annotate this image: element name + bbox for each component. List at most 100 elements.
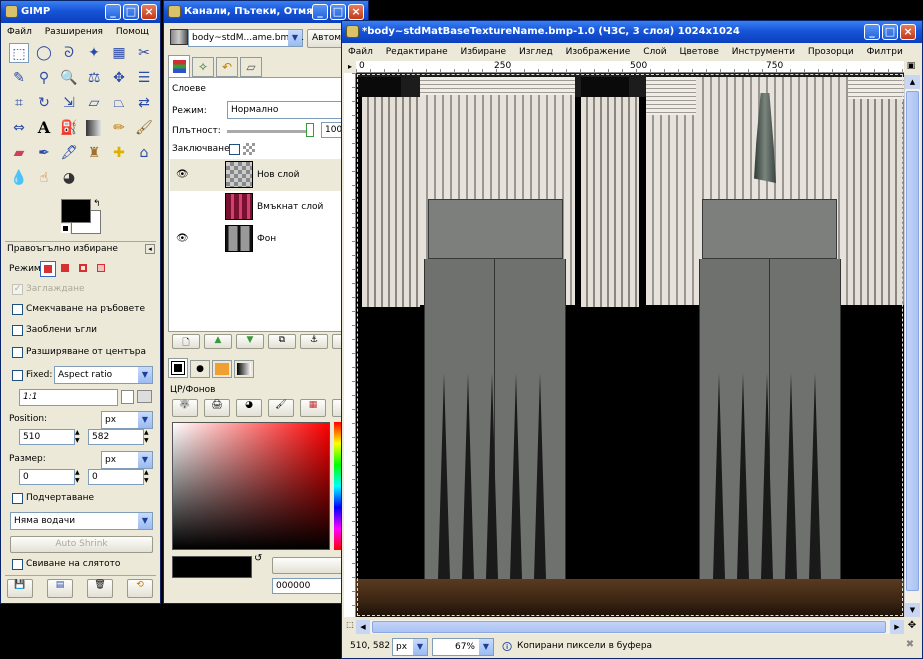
opacity-slider-handle[interactable] — [306, 123, 314, 137]
paths-icon[interactable]: ✎ — [9, 68, 29, 88]
heal-icon[interactable]: ✚ — [109, 143, 129, 163]
position-x-input[interactable]: 510 — [19, 429, 75, 445]
scale-icon[interactable]: ⇲ — [59, 93, 79, 113]
maximize-button[interactable]: □ — [330, 4, 346, 20]
mode-intersect-icon[interactable] — [94, 261, 110, 277]
move-icon[interactable]: ✥ — [109, 68, 129, 88]
restore-options-button[interactable]: ▤ — [47, 579, 73, 598]
lock-alpha-checkbox[interactable] — [229, 144, 240, 155]
flip-icon[interactable]: ⇄ — [134, 93, 154, 113]
close-button[interactable]: × — [141, 4, 157, 20]
minimize-button[interactable]: _ — [864, 24, 880, 40]
position-x-spinner[interactable]: ▲ ▼ — [75, 429, 83, 445]
zoom-icon[interactable]: 🔍 — [59, 68, 79, 88]
color-mode-watercolor-button[interactable]: 🖌 — [268, 399, 294, 417]
unit-select[interactable]: px ▼ — [392, 638, 428, 656]
highlight-checkbox[interactable] — [12, 493, 23, 504]
text-icon[interactable]: A — [34, 118, 54, 138]
menu-file[interactable]: Файл — [7, 27, 32, 37]
feather-checkbox[interactable] — [12, 304, 23, 315]
layers-titlebar[interactable]: Канали, Пътеки, Отмя... _ □ × — [164, 1, 368, 23]
menu-tools[interactable]: Инструменти — [732, 47, 795, 57]
opacity-slider-track[interactable] — [227, 130, 309, 133]
menu-colors[interactable]: Цветове — [679, 47, 718, 57]
anchor-layer-button[interactable]: ⚓ — [300, 334, 328, 349]
ellipse-select-icon[interactable]: ◯ — [34, 43, 54, 63]
shear-icon[interactable]: ▱ — [84, 93, 104, 113]
menu-help[interactable]: Помощ — [116, 27, 149, 37]
eye-icon[interactable]: 👁 — [176, 233, 189, 244]
color-mode-gimp-button[interactable]: 🐺 — [172, 399, 198, 417]
scroll-right-arrow[interactable]: ▶ — [890, 620, 904, 634]
scroll-down-arrow[interactable]: ▼ — [905, 603, 920, 617]
expand-center-checkbox[interactable] — [12, 347, 23, 358]
save-options-button[interactable]: 💾 — [7, 579, 33, 598]
lower-layer-button[interactable]: ▼ — [236, 334, 264, 349]
antialias-checkbox[interactable]: ✓ — [12, 284, 23, 295]
airbrush-icon[interactable]: ✒ — [34, 143, 54, 163]
color-history-icon[interactable]: ↺ — [254, 553, 262, 564]
color-mode-wheel-button[interactable]: ◕ — [236, 399, 262, 417]
layer-row-selected[interactable]: 👁 Нов слой — [170, 159, 367, 191]
swap-colors-icon[interactable]: ↰ — [93, 199, 101, 209]
ratio-input[interactable]: 1:1 — [19, 389, 118, 406]
menu-layer[interactable]: Слой — [643, 47, 666, 57]
current-fg-color[interactable] — [172, 556, 252, 578]
clone-icon[interactable]: ♜ — [84, 143, 104, 163]
tab-layers[interactable] — [168, 55, 190, 77]
horizontal-ruler[interactable]: 0 250 500 750 — [356, 61, 904, 73]
auto-shrink-button[interactable]: Auto Shrink — [10, 536, 153, 553]
menu-select[interactable]: Избиране — [461, 47, 507, 57]
menu-extensions[interactable]: Разширения — [45, 27, 103, 37]
rounded-corners-checkbox[interactable] — [12, 325, 23, 336]
tab-gradients[interactable] — [234, 360, 254, 378]
tab-undo[interactable]: ↶ — [216, 57, 238, 77]
vertical-ruler[interactable] — [344, 73, 356, 617]
position-y-spinner[interactable]: ▲ ▼ — [144, 429, 152, 445]
landscape-icon[interactable] — [137, 390, 152, 403]
scroll-left-arrow[interactable]: ◀ — [356, 620, 370, 634]
bucket-fill-icon[interactable]: ⛽ — [59, 118, 79, 138]
image-titlebar[interactable]: *body~stdMatBaseTextureName.bmp-1.0 (ЧЗС… — [342, 21, 922, 43]
image-select[interactable]: body~stdM...ame.bmp-1 ▼ — [188, 29, 304, 47]
size-h-spinner[interactable]: ▲ ▼ — [144, 469, 152, 485]
color-saturation-area[interactable] — [172, 422, 330, 550]
color-picker-icon[interactable]: ⚲ — [34, 68, 54, 88]
ink-icon[interactable]: 🖋 — [59, 143, 79, 163]
color-mode-cmyk-button[interactable]: 🖨 — [204, 399, 230, 417]
layer-row[interactable]: Вмъкнат слой — [170, 191, 367, 223]
close-button[interactable]: × — [348, 4, 364, 20]
ruler-corner-button[interactable]: ▸ — [344, 61, 356, 73]
shrink-merged-checkbox[interactable] — [12, 559, 23, 570]
minimize-button[interactable]: _ — [312, 4, 328, 20]
scissors-icon[interactable]: ✂ — [134, 43, 154, 63]
position-y-input[interactable]: 582 — [88, 429, 144, 445]
reset-colors-icon[interactable] — [61, 224, 70, 233]
tab-paths[interactable]: ▱ — [240, 57, 262, 77]
mode-replace-icon[interactable] — [40, 261, 56, 277]
horizontal-scrollbar[interactable]: ◀ ▶ — [356, 620, 904, 634]
close-button[interactable]: × — [900, 24, 916, 40]
tab-patterns[interactable] — [212, 360, 232, 378]
menu-windows[interactable]: Прозорци — [808, 47, 854, 57]
fixed-mode-select[interactable]: Aspect ratio ▼ — [54, 366, 153, 384]
portrait-icon[interactable] — [121, 390, 134, 404]
maximize-button[interactable]: □ — [123, 4, 139, 20]
vertical-scrollbar[interactable]: ▲ ▼ — [904, 75, 920, 617]
scroll-up-arrow[interactable]: ▲ — [905, 75, 920, 89]
color-select-icon[interactable]: ▦ — [109, 43, 129, 63]
size-unit-select[interactable]: px ▼ — [101, 451, 153, 469]
layer-row[interactable]: 👁 Фон — [170, 223, 367, 255]
crop-icon[interactable]: ⌗ — [9, 93, 29, 113]
mode-add-icon[interactable] — [58, 261, 74, 277]
tab-channels[interactable]: ✧ — [192, 57, 214, 77]
guides-select[interactable]: Няма водачи ▼ — [10, 512, 153, 530]
measure-icon[interactable]: ⚖ — [84, 68, 104, 88]
perspective-icon[interactable]: ⏢ — [109, 93, 129, 113]
toolbox-titlebar[interactable]: GIMP _ □ × — [1, 1, 160, 23]
rotate-icon[interactable]: ↻ — [34, 93, 54, 113]
dodge-burn-icon[interactable]: ◕ — [59, 168, 79, 188]
align-icon[interactable]: ☰ — [134, 68, 154, 88]
tab-brushes[interactable]: ● — [190, 360, 210, 378]
size-w-spinner[interactable]: ▲ ▼ — [75, 469, 83, 485]
